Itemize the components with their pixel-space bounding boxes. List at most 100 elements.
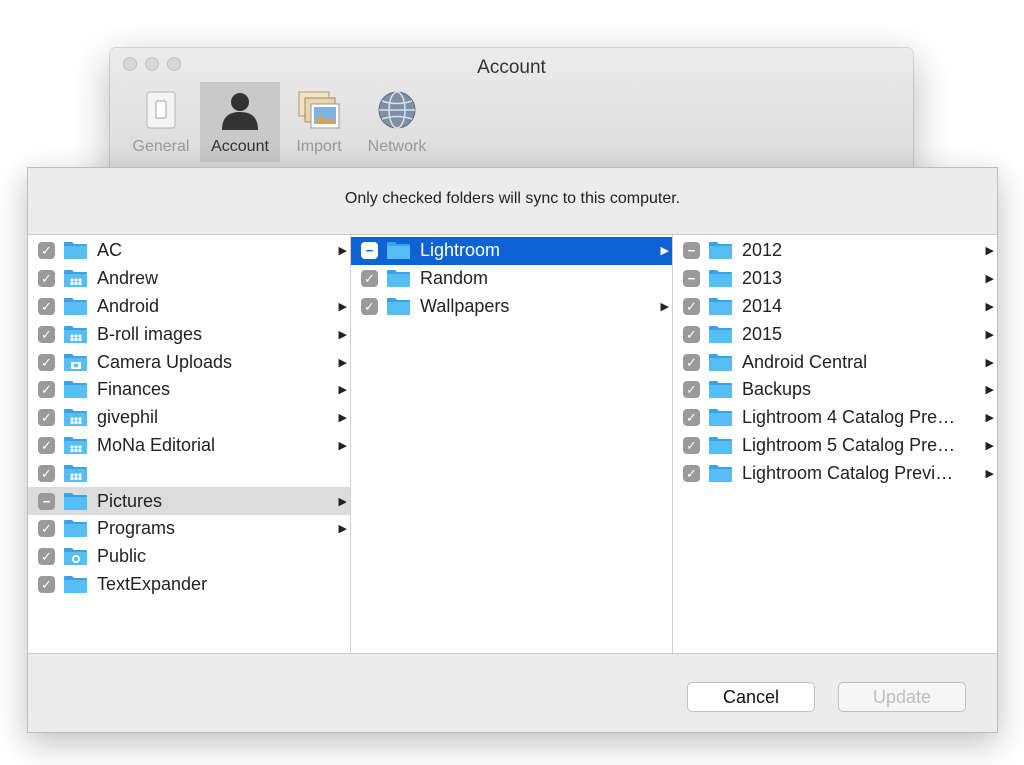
folder-row[interactable]: Andrew	[28, 265, 350, 293]
folder-row[interactable]: AC ▶	[28, 237, 350, 265]
checked-checkbox[interactable]	[683, 325, 700, 343]
folder-row[interactable]: Camera Uploads ▶	[28, 348, 350, 376]
folder-row[interactable]: Random	[351, 265, 672, 293]
checked-checkbox[interactable]	[683, 381, 700, 399]
folder-column-1[interactable]: AC▶AndrewAndroid▶B-roll images▶Camera Up…	[28, 235, 351, 653]
folder-row[interactable]: Lightroom Catalog Previ… ▶	[673, 459, 997, 487]
disclosure-arrow-icon[interactable]: ▶	[986, 356, 994, 369]
mixed-checkbox[interactable]	[38, 492, 55, 510]
folder-name: B-roll images	[97, 323, 203, 344]
tab-import[interactable]: Import	[280, 82, 358, 162]
disclosure-arrow-icon[interactable]: ▶	[339, 411, 347, 424]
folder-row[interactable]: B-roll images ▶	[28, 320, 350, 348]
tab-general-label: General	[132, 138, 190, 155]
checked-checkbox[interactable]	[361, 297, 378, 315]
checked-checkbox[interactable]	[38, 575, 55, 593]
tab-network-label: Network	[367, 138, 427, 155]
disclosure-arrow-icon[interactable]: ▶	[339, 439, 347, 452]
disclosure-arrow-icon[interactable]: ▶	[986, 272, 994, 285]
folder-row[interactable]: Lightroom 5 Catalog Pre… ▶	[673, 432, 997, 460]
folder-name: 2012	[742, 240, 783, 261]
disclosure-arrow-icon[interactable]: ▶	[339, 383, 347, 396]
checked-checkbox[interactable]	[38, 297, 55, 315]
checked-checkbox[interactable]	[38, 353, 55, 371]
disclosure-arrow-icon[interactable]: ▶	[661, 244, 669, 257]
disclosure-arrow-icon[interactable]: ▶	[339, 244, 347, 257]
disclosure-arrow-icon[interactable]: ▶	[986, 328, 994, 341]
tab-account[interactable]: Account	[200, 82, 280, 162]
folder-row[interactable]: Android Central ▶	[673, 348, 997, 376]
folder-row[interactable]: Android ▶	[28, 293, 350, 321]
folder-icon	[63, 519, 88, 538]
folder-row[interactable]	[28, 459, 350, 487]
folder-row[interactable]: MoNa Editorial ▶	[28, 432, 350, 460]
disclosure-arrow-icon[interactable]: ▶	[986, 467, 994, 480]
folder-row[interactable]: Lightroom ▶	[351, 237, 672, 265]
mixed-checkbox[interactable]	[683, 242, 700, 260]
checked-checkbox[interactable]	[683, 464, 700, 482]
folder-row[interactable]: Public	[28, 543, 350, 571]
folder-name: MoNa Editorial	[97, 434, 216, 455]
folder-row[interactable]: Finances ▶	[28, 376, 350, 404]
folder-row[interactable]: TextExpander	[28, 571, 350, 599]
folder-icon	[63, 492, 88, 511]
folder-name: 2015	[742, 323, 783, 344]
folder-name: Camera Uploads	[97, 351, 233, 372]
folder-row[interactable]: givephil ▶	[28, 404, 350, 432]
mixed-checkbox[interactable]	[361, 242, 378, 260]
checked-checkbox[interactable]	[38, 464, 55, 482]
checked-checkbox[interactable]	[683, 353, 700, 371]
folder-row[interactable]: 2013 ▶	[673, 265, 997, 293]
disclosure-arrow-icon[interactable]: ▶	[339, 495, 347, 508]
selective-sync-sheet: Only checked folders will sync to this c…	[27, 167, 998, 733]
disclosure-arrow-icon[interactable]: ▶	[661, 300, 669, 313]
disclosure-arrow-icon[interactable]: ▶	[986, 411, 994, 424]
checked-checkbox[interactable]	[683, 436, 700, 454]
checked-checkbox[interactable]	[38, 436, 55, 454]
folder-column-2[interactable]: Lightroom ▶ Random Wallpapers ▶	[351, 235, 673, 653]
folder-row[interactable]: 2014 ▶	[673, 293, 997, 321]
folder-name: 2014	[742, 295, 783, 316]
folder-row[interactable]: Backups ▶	[673, 376, 997, 404]
tab-general[interactable]: General	[122, 82, 200, 162]
folder-row[interactable]: Lightroom 4 Catalog Pre… ▶	[673, 404, 997, 432]
shared-folder-icon	[63, 408, 88, 427]
checked-checkbox[interactable]	[683, 409, 700, 427]
checked-checkbox[interactable]	[38, 548, 55, 566]
folder-column-3[interactable]: 2012▶2013▶2014▶2015▶Android Central▶Back…	[673, 235, 997, 653]
disclosure-arrow-icon[interactable]: ▶	[339, 300, 347, 313]
checked-checkbox[interactable]	[38, 409, 55, 427]
checked-checkbox[interactable]	[683, 297, 700, 315]
disclosure-arrow-icon[interactable]: ▶	[986, 383, 994, 396]
folder-name: AC	[97, 240, 123, 261]
disclosure-arrow-icon[interactable]: ▶	[339, 522, 347, 535]
disclosure-arrow-icon[interactable]: ▶	[339, 328, 347, 341]
checked-checkbox[interactable]	[38, 381, 55, 399]
folder-row[interactable]: 2015 ▶	[673, 320, 997, 348]
folder-row[interactable]: Wallpapers ▶	[351, 293, 672, 321]
folder-row[interactable]: Programs ▶	[28, 515, 350, 543]
tab-network[interactable]: Network	[358, 82, 436, 162]
folder-row[interactable]: 2012 ▶	[673, 237, 997, 265]
folder-name: Random	[420, 268, 489, 289]
cancel-button[interactable]: Cancel	[687, 682, 815, 712]
mixed-checkbox[interactable]	[683, 270, 700, 288]
folder-icon	[63, 575, 88, 594]
folder-row[interactable]: Pictures ▶	[28, 487, 350, 515]
checked-checkbox[interactable]	[38, 325, 55, 343]
checked-checkbox[interactable]	[38, 270, 55, 288]
disclosure-arrow-icon[interactable]: ▶	[339, 356, 347, 369]
folder-name: TextExpander	[97, 573, 208, 594]
disclosure-arrow-icon[interactable]: ▶	[986, 300, 994, 313]
disclosure-arrow-icon[interactable]: ▶	[986, 439, 994, 452]
checked-checkbox[interactable]	[38, 242, 55, 260]
disclosure-arrow-icon[interactable]: ▶	[986, 244, 994, 257]
folder-icon	[708, 380, 733, 399]
camera-folder-icon	[63, 353, 88, 372]
update-button[interactable]: Update	[838, 682, 966, 712]
folder-icon	[708, 269, 733, 288]
checked-checkbox[interactable]	[38, 520, 55, 538]
folder-icon	[386, 241, 411, 260]
folder-name: Android Central	[742, 351, 868, 372]
checked-checkbox[interactable]	[361, 270, 378, 288]
